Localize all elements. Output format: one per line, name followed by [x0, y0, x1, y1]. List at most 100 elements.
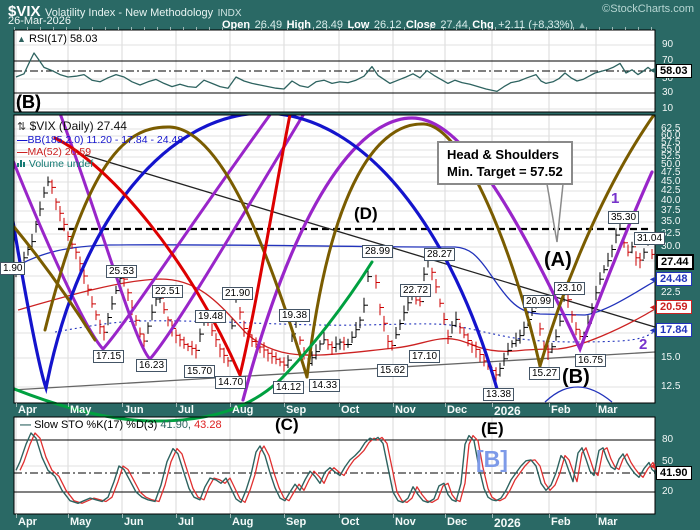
month-label-bottom-Sep: Sep: [286, 516, 306, 528]
month-label-bottom-Jun: Jun: [124, 516, 144, 528]
header-tick: [53, 27, 54, 30]
month-tick: [122, 403, 123, 407]
month-label-top-Jul: Jul: [178, 404, 194, 416]
wave-annotation-D-1: (D): [354, 204, 378, 224]
month-label-bottom-Oct: Oct: [341, 516, 359, 528]
month-tick: [596, 514, 597, 518]
month-tick: [176, 514, 177, 518]
price-axis-label-22.5: 22.5: [661, 288, 680, 298]
sto-line-icon: —: [20, 419, 31, 431]
ma-line-icon: —: [17, 146, 28, 158]
price-callout-14_70: 14.70: [215, 376, 246, 389]
rsi-value-box: 58.03: [656, 64, 692, 78]
header-tick: [300, 27, 301, 30]
month-label-top-Nov: Nov: [395, 404, 416, 416]
price-callout-17_10: 17.10: [409, 350, 440, 363]
wave-annotation-B-3: (B): [562, 366, 590, 389]
header-tick: [456, 27, 457, 30]
header-tick: [534, 27, 535, 30]
volume-legend-text: Volume undef: [29, 158, 93, 170]
rsi-axis-label-30: 30: [662, 88, 673, 98]
price-callout-22_51: 22.51: [152, 285, 183, 298]
value-pointer-icon: ◄: [648, 462, 657, 471]
price-callout-15_27: 15.27: [529, 367, 560, 380]
price-callout-21_90: 21.90: [222, 287, 253, 300]
header-tick: [625, 27, 626, 30]
header-tick: [274, 27, 275, 30]
price-callout-14_12: 14.12: [273, 381, 304, 394]
value-pointer-icon: ◄: [648, 303, 657, 312]
volume-bars-icon: [17, 158, 26, 170]
header-tick: [508, 27, 509, 30]
header-tick: [313, 27, 314, 30]
header-tick: [469, 27, 470, 30]
price-callout-1_90: 1.90: [0, 262, 25, 275]
main-legend-symbol: ⇅ $VIX (Daily) 27.44: [17, 119, 127, 133]
month-label-bottom-Aug: Aug: [232, 516, 253, 528]
header-tick: [287, 27, 288, 30]
header-tick: [196, 27, 197, 30]
month-label-top-Dec: Dec: [447, 404, 467, 416]
month-tick: [230, 403, 231, 407]
rsi-axis-label-90: 90: [662, 40, 673, 50]
month-tick: [445, 403, 446, 407]
bb-line-icon: —: [17, 134, 28, 146]
month-tick: [284, 514, 285, 518]
price-callout-28_27: 28.27: [424, 248, 455, 261]
header-tick: [560, 27, 561, 30]
price-box-20.59: 20.59: [656, 300, 692, 314]
header-tick: [404, 27, 405, 30]
wave-annotation-B-9: (B): [16, 92, 41, 113]
rsi-legend-text: RSI(17) 58.03: [29, 33, 97, 45]
wave-annotation-E-7: (E): [481, 419, 504, 439]
header-tick: [651, 27, 652, 30]
price-callout-17_15: 17.15: [93, 350, 124, 363]
price-callout-28_99: 28.99: [362, 245, 393, 258]
volume-legend: Volume undef: [17, 158, 93, 170]
month-label-bottom-Jul: Jul: [178, 516, 194, 528]
month-label-bottom-Mar: Mar: [598, 516, 618, 528]
sto-axis-label-80: 80: [662, 435, 673, 445]
header-tick: [547, 27, 548, 30]
month-tick: [339, 403, 340, 407]
month-label-top-Mar: Mar: [598, 404, 618, 416]
rsi-area-icon: ▲: [17, 34, 26, 44]
price-axis-label-35.0: 35.0: [661, 217, 680, 227]
sto-legend: — Slow STO %K(17) %D(3) 41.90, 43.28: [20, 419, 222, 431]
price-callout-35_30: 35.30: [608, 211, 639, 224]
header-tick: [222, 27, 223, 30]
rsi-axis-label-10: 10: [662, 104, 673, 114]
header-tick: [365, 27, 366, 30]
month-tick: [284, 403, 285, 407]
header-tick: [261, 27, 262, 30]
header-tick: [352, 27, 353, 30]
header-tick: [14, 27, 15, 30]
header-tick: [170, 27, 171, 30]
header-tick: [79, 27, 80, 30]
month-tick: [339, 514, 340, 518]
wave-annotation-C-6: (C): [275, 415, 299, 435]
month-label-bottom-Dec: Dec: [447, 516, 467, 528]
price-axis-label-12.5: 12.5: [661, 382, 680, 392]
month-tick: [393, 403, 394, 407]
header-tick: [495, 27, 496, 30]
price-box-27.44: 27.44: [656, 254, 694, 270]
value-pointer-icon: ◄: [648, 275, 657, 284]
chart-canvas: [0, 0, 700, 530]
month-tick: [16, 514, 17, 518]
main-legend-symbol-text: $VIX (Daily) 27.44: [30, 119, 127, 133]
month-tick: [492, 514, 493, 518]
header-tick: [482, 27, 483, 30]
header-tick: [417, 27, 418, 30]
header-tick: [40, 27, 41, 30]
header-tick: [430, 27, 431, 30]
price-callout-13_38: 13.38: [483, 388, 514, 401]
price-callout-20_99: 20.99: [523, 295, 554, 308]
wave-annotation-2-5: 2: [639, 336, 647, 353]
price-callout-23_10: 23.10: [554, 282, 585, 295]
hs-callout-line1: Head & Shoulders: [447, 146, 563, 163]
price-callout-16_23: 16.23: [136, 359, 167, 372]
header-tick: [157, 27, 158, 30]
header-tick: [521, 27, 522, 30]
header-tick: [599, 27, 600, 30]
